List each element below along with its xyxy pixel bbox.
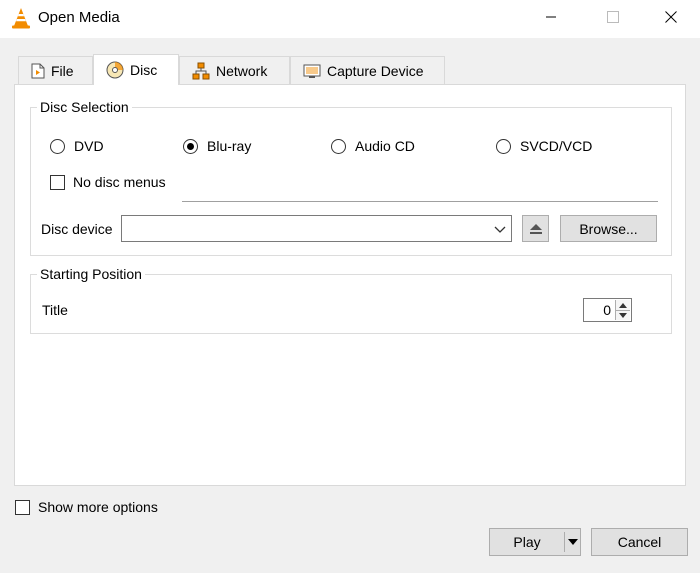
radio-svcd-vcd[interactable]: SVCD/VCD — [496, 138, 592, 154]
close-icon — [665, 11, 677, 23]
disc-device-label: Disc device — [41, 221, 113, 237]
radio-blu-ray-label: Blu-ray — [207, 138, 252, 154]
network-icon — [192, 62, 210, 79]
radio-blu-ray[interactable]: Blu-ray — [183, 138, 251, 154]
show-more-options-box[interactable] — [15, 499, 30, 515]
eject-button[interactable] — [522, 215, 549, 242]
tab-disc[interactable]: Disc — [93, 54, 179, 85]
starting-position-legend: Starting Position — [37, 266, 145, 282]
minimize-icon — [546, 16, 556, 18]
tab-capture-device[interactable]: Capture Device — [290, 56, 445, 84]
tab-capture-device-label: Capture Device — [327, 62, 424, 79]
maximize-icon — [607, 11, 619, 23]
chevron-down-icon — [494, 222, 506, 238]
close-button[interactable] — [648, 0, 694, 34]
dropdown-arrow-icon — [567, 539, 578, 545]
radio-dvd[interactable]: DVD — [50, 138, 104, 154]
spin-up-button[interactable] — [615, 300, 630, 310]
disc-device-combobox[interactable] — [121, 215, 512, 242]
no-disc-menus-box[interactable] — [50, 174, 65, 190]
disc-icon — [106, 61, 124, 79]
no-disc-menus-checkbox[interactable]: No disc menus — [50, 174, 166, 190]
radio-svcd-vcd-label: SVCD/VCD — [520, 138, 593, 154]
window-title: Open Media — [38, 9, 120, 26]
capture-device-icon — [303, 64, 321, 78]
cancel-button[interactable]: Cancel — [591, 528, 688, 556]
tab-network[interactable]: Network — [179, 56, 290, 84]
play-button[interactable]: Play — [490, 529, 564, 555]
radio-dvd-label: DVD — [74, 138, 104, 154]
radio-blu-ray-circle[interactable] — [183, 138, 198, 154]
radio-audio-cd-label: Audio CD — [355, 138, 415, 154]
minimize-button[interactable] — [528, 0, 574, 34]
tab-disc-label: Disc — [130, 62, 158, 78]
show-more-options-checkbox[interactable]: Show more options — [15, 499, 158, 515]
arrow-down-icon — [619, 313, 627, 318]
play-split-button[interactable]: Play — [489, 528, 581, 556]
eject-icon — [529, 223, 542, 234]
title-label: Title — [42, 302, 68, 318]
radio-audio-cd[interactable]: Audio CD — [331, 138, 415, 154]
radio-audio-cd-circle[interactable] — [331, 138, 346, 154]
tab-file[interactable]: File — [18, 56, 93, 84]
title-spinbox[interactable]: 0 — [583, 298, 632, 322]
title-spinbox-value: 0 — [603, 302, 611, 318]
play-dropdown-button[interactable] — [565, 529, 580, 555]
tab-network-label: Network — [216, 62, 268, 79]
title-bar: Open Media — [0, 0, 700, 38]
disc-selection-legend: Disc Selection — [37, 99, 132, 115]
starting-position-group — [30, 274, 672, 334]
divider — [182, 201, 658, 202]
maximize-button[interactable] — [590, 0, 636, 34]
radio-dvd-circle[interactable] — [50, 138, 65, 154]
spin-down-button[interactable] — [615, 310, 630, 320]
arrow-up-icon — [619, 302, 627, 308]
browse-button[interactable]: Browse... — [560, 215, 657, 242]
radio-svcd-vcd-circle[interactable] — [496, 138, 511, 154]
show-more-options-label: Show more options — [38, 499, 158, 515]
vlc-cone-icon — [10, 7, 32, 29]
file-icon — [31, 63, 45, 78]
tab-file-label: File — [51, 62, 74, 79]
no-disc-menus-label: No disc menus — [73, 174, 166, 190]
